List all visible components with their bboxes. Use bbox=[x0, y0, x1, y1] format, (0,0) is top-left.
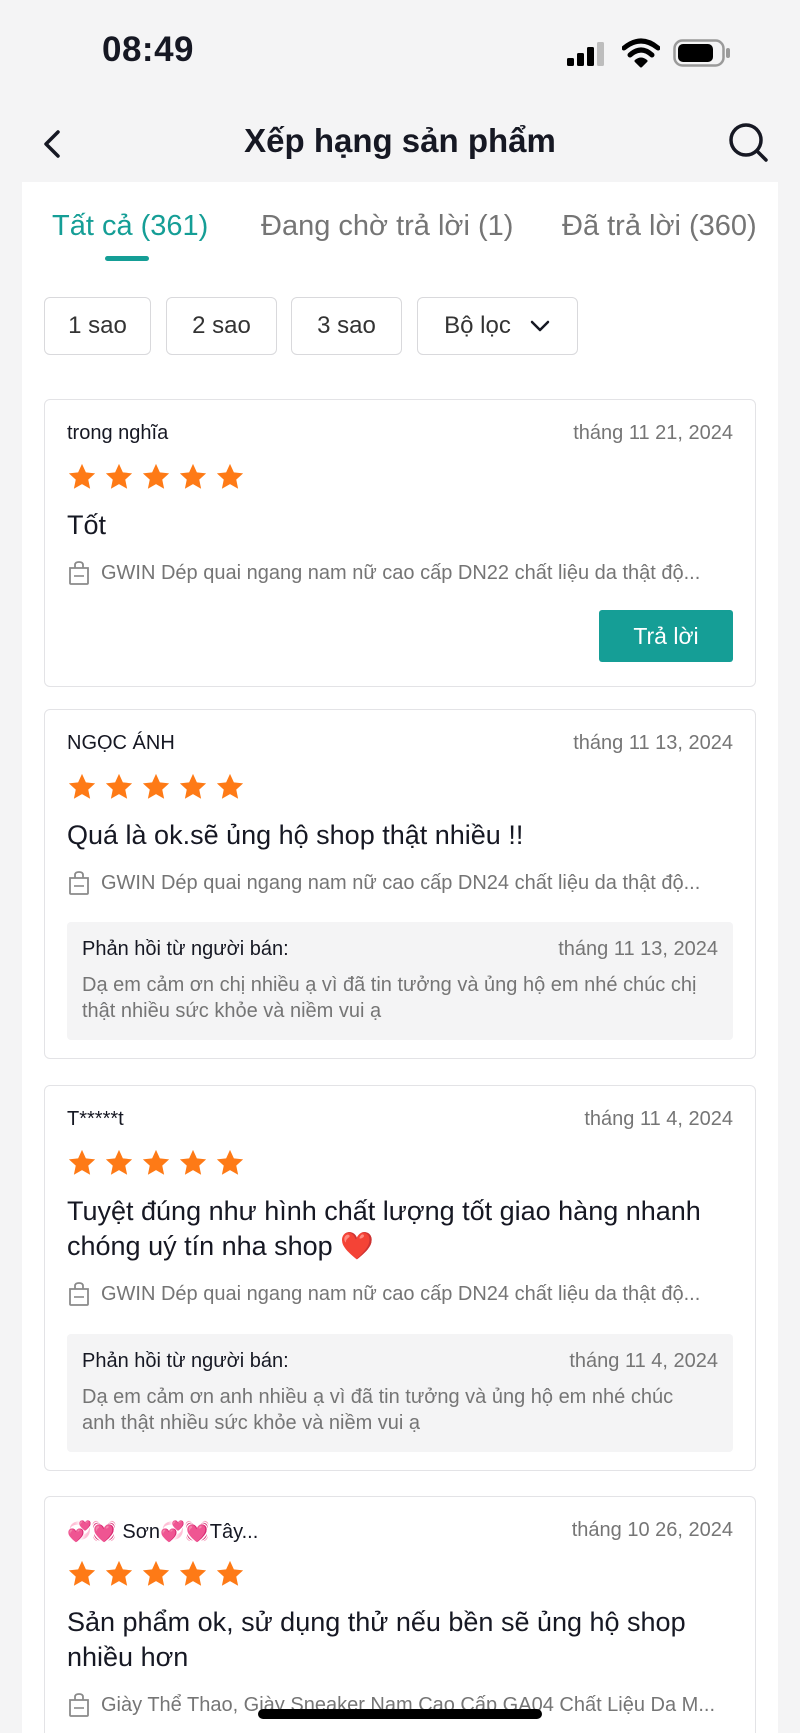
filter-label: 2 sao bbox=[192, 312, 251, 339]
review-card: NGỌC ÁNH tháng 11 13, 2024 Quá là ok.sẽ … bbox=[44, 709, 756, 1059]
review-text: Tuyệt đúng như hình chất lượng tốt giao … bbox=[67, 1196, 701, 1261]
filter-3-star[interactable]: 3 sao bbox=[291, 297, 402, 355]
reply-button[interactable]: Trả lời bbox=[599, 610, 733, 662]
seller-reply: Phản hồi từ người bán: tháng 11 4, 2024 … bbox=[67, 1334, 733, 1452]
star-icon bbox=[142, 1560, 170, 1586]
star-rating bbox=[67, 772, 252, 804]
page-title: Xếp hạng sản phẩm bbox=[244, 122, 556, 159]
star-icon bbox=[105, 463, 133, 489]
star-rating bbox=[67, 1559, 252, 1591]
star-icon bbox=[216, 463, 244, 489]
review-date: tháng 11 13, 2024 bbox=[573, 732, 733, 754]
shopping-bag-icon bbox=[69, 561, 89, 585]
star-rating bbox=[67, 462, 252, 494]
seller-reply-label: Phản hồi từ người bán: bbox=[82, 938, 289, 960]
star-icon bbox=[216, 773, 244, 799]
star-icon bbox=[105, 1560, 133, 1586]
seller-reply-text: Dạ em cảm ơn chị nhiều ạ vì đã tin tưởng… bbox=[82, 974, 697, 1022]
status-time: 08:49 bbox=[102, 30, 195, 69]
shopping-bag-icon bbox=[69, 1282, 89, 1306]
review-card: 💞💓 Sơn💞💓Tây... tháng 10 26, 2024 Sản phẩ… bbox=[44, 1496, 756, 1733]
star-icon bbox=[216, 1560, 244, 1586]
reviewer-name: NGỌC ÁNH bbox=[67, 732, 175, 754]
filter-1-star[interactable]: 1 sao bbox=[44, 297, 151, 355]
filter-dropdown[interactable]: Bộ lọc bbox=[417, 297, 578, 355]
seller-reply: Phản hồi từ người bán: tháng 11 13, 2024… bbox=[67, 922, 733, 1040]
product-name: GWIN Dép quai ngang nam nữ cao cấp DN24 … bbox=[101, 1282, 701, 1305]
filter-label: 1 sao bbox=[68, 312, 127, 339]
star-icon bbox=[179, 1560, 207, 1586]
star-rating bbox=[67, 1148, 252, 1180]
star-icon bbox=[142, 463, 170, 489]
chevron-down-icon bbox=[530, 320, 550, 332]
filter-label: 3 sao bbox=[317, 312, 376, 339]
product-link[interactable]: GWIN Dép quai ngang nam nữ cao cấp DN24 … bbox=[67, 868, 737, 898]
star-icon bbox=[142, 773, 170, 799]
review-date: tháng 10 26, 2024 bbox=[571, 1519, 733, 1541]
review-text: Tốt bbox=[67, 510, 107, 540]
reviewer-name: T*****t bbox=[67, 1108, 124, 1130]
seller-reply-text: Dạ em cảm ơn anh nhiều ạ vì đã tin tưởng… bbox=[82, 1386, 674, 1434]
filter-2-star[interactable]: 2 sao bbox=[166, 297, 277, 355]
star-icon bbox=[105, 1149, 133, 1175]
star-icon bbox=[179, 1149, 207, 1175]
review-date: tháng 11 21, 2024 bbox=[573, 422, 733, 444]
product-name: GWIN Dép quai ngang nam nữ cao cấp DN24 … bbox=[101, 871, 701, 894]
reviewer-name: trong nghĩa bbox=[67, 422, 169, 444]
cellular-signal-icon bbox=[567, 42, 604, 66]
header: Xếp hạng sản phẩm bbox=[0, 110, 800, 180]
star-icon bbox=[216, 1149, 244, 1175]
tab-all[interactable]: Tất cả (361) bbox=[52, 210, 208, 243]
active-tab-indicator bbox=[105, 256, 149, 261]
review-text: Sản phẩm ok, sử dụng thử nếu bền sẽ ủng … bbox=[67, 1607, 686, 1672]
seller-reply-date: tháng 11 13, 2024 bbox=[558, 938, 718, 960]
star-icon bbox=[68, 1560, 96, 1586]
review-card: trong nghĩa tháng 11 21, 2024 Tốt GWIN D… bbox=[44, 399, 756, 687]
seller-reply-label: Phản hồi từ người bán: bbox=[82, 1350, 289, 1372]
product-link[interactable]: GWIN Dép quai ngang nam nữ cao cấp DN22 … bbox=[67, 558, 737, 588]
star-icon bbox=[179, 773, 207, 799]
search-icon[interactable] bbox=[726, 120, 770, 164]
filter-label: Bộ lọc bbox=[444, 312, 511, 339]
review-date: tháng 11 4, 2024 bbox=[584, 1108, 733, 1130]
star-icon bbox=[68, 463, 96, 489]
wifi-icon bbox=[622, 38, 660, 68]
shopping-bag-icon bbox=[69, 1693, 89, 1717]
seller-reply-date: tháng 11 4, 2024 bbox=[569, 1350, 718, 1372]
tab-pending-reply[interactable]: Đang chờ trả lời (1) bbox=[261, 210, 513, 243]
tab-bar: Tất cả (361) Đang chờ trả lời (1) Đã trả… bbox=[22, 182, 778, 262]
battery-icon bbox=[673, 39, 730, 67]
star-icon bbox=[68, 773, 96, 799]
shopping-bag-icon bbox=[69, 871, 89, 895]
product-name: GWIN Dép quai ngang nam nữ cao cấp DN22 … bbox=[101, 561, 701, 584]
ratings-panel: Tất cả (361) Đang chờ trả lời (1) Đã trả… bbox=[22, 182, 778, 1733]
product-link[interactable]: GWIN Dép quai ngang nam nữ cao cấp DN24 … bbox=[67, 1279, 737, 1309]
review-card: T*****t tháng 11 4, 2024 Tuyệt đúng như … bbox=[44, 1085, 756, 1471]
star-icon bbox=[142, 1149, 170, 1175]
review-text: Quá là ok.sẽ ủng hộ shop thật nhiều !! bbox=[67, 820, 524, 850]
status-bar: 08:49 bbox=[0, 0, 800, 100]
star-icon bbox=[105, 773, 133, 799]
tab-replied[interactable]: Đã trả lời (360) bbox=[562, 210, 757, 243]
home-indicator[interactable] bbox=[258, 1709, 542, 1719]
reviewer-name: 💞💓 Sơn💞💓Tây... bbox=[67, 1521, 259, 1543]
star-icon bbox=[179, 463, 207, 489]
star-icon bbox=[68, 1149, 96, 1175]
